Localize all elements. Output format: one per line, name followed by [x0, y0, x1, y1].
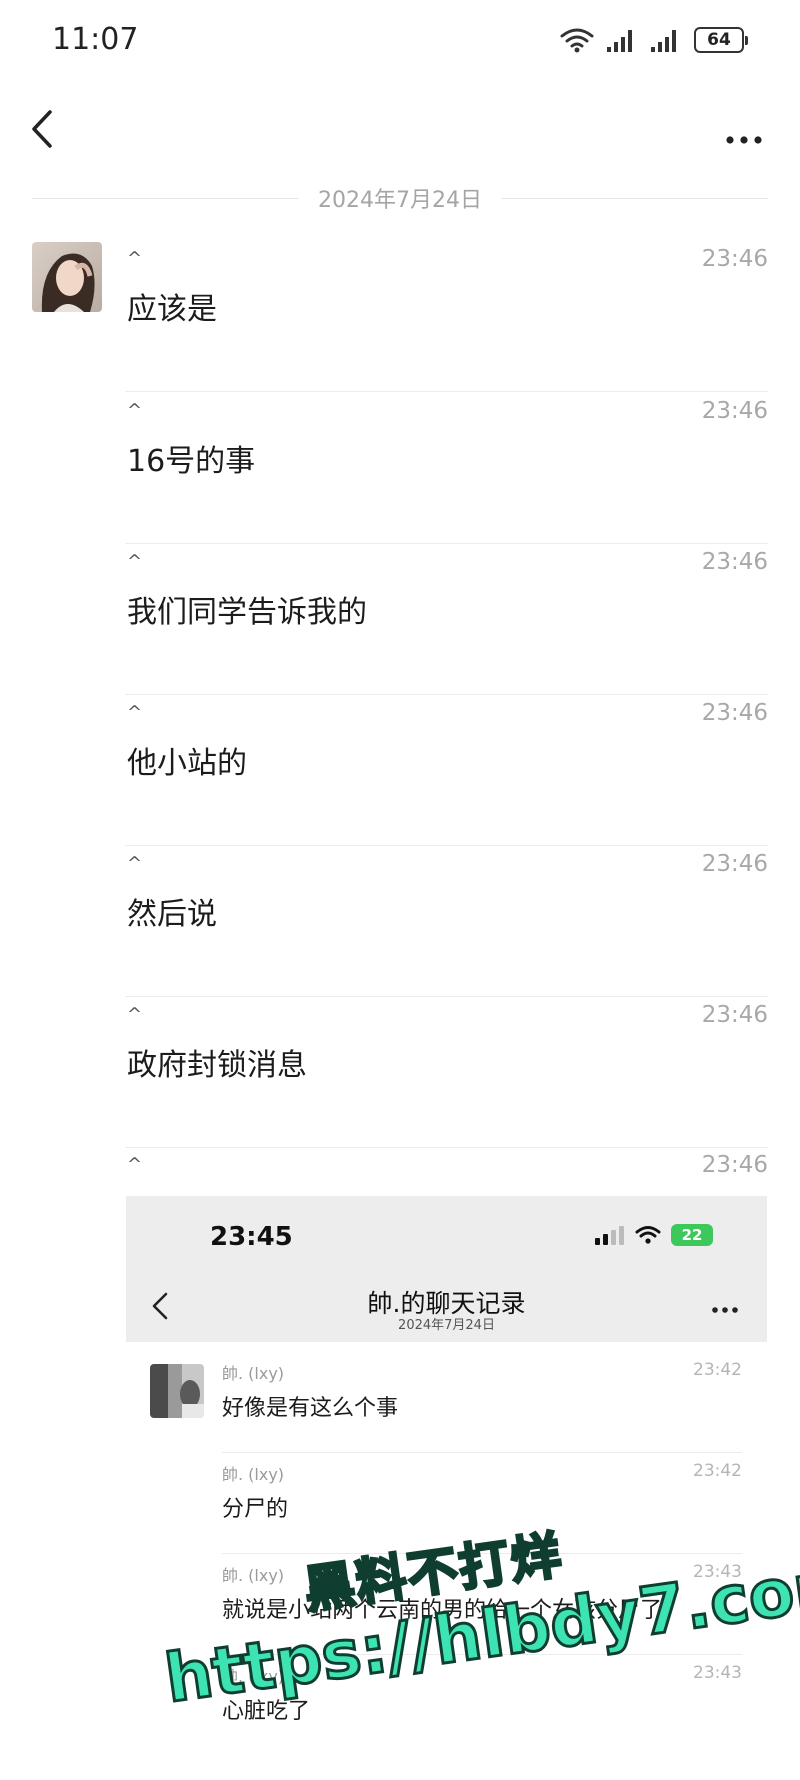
message-item[interactable]: ^ 23:46 他小站的 — [125, 694, 768, 846]
date-divider: 2024年7月24日 — [32, 180, 769, 216]
status-bar: 11:07 64 — [0, 0, 800, 84]
status-icons: 64 — [560, 24, 748, 56]
embedded-header: 23:45 22 帥.的聊天记录 2024年7月24日 — [126, 1196, 767, 1342]
embedded-sender: 帥. (lxy) — [222, 1667, 285, 1686]
message-time: 23:46 — [701, 549, 768, 575]
message-item[interactable]: ^ 23:46 我们同学告诉我的 — [125, 543, 768, 695]
more-dots-icon — [726, 136, 762, 144]
embedded-time: 23:42 — [693, 1360, 742, 1380]
signal-icon — [595, 1226, 624, 1245]
message-item[interactable]: ^ 23:46 16号的事 — [125, 392, 768, 544]
message-caret: ^ — [127, 702, 143, 723]
more-button[interactable] — [716, 104, 772, 154]
embedded-avatar — [150, 1364, 204, 1418]
embedded-sender: 帥. (lxy) — [222, 1364, 285, 1383]
message-time: 23:46 — [701, 398, 768, 424]
message-time: 23:46 — [701, 851, 768, 877]
date-text: 2024年7月24日 — [318, 188, 482, 213]
avatar[interactable] — [32, 242, 102, 312]
embedded-text: 分尸的 — [222, 1497, 289, 1522]
embedded-message: 帥. (lxy) 23:43 心脏吃了 — [222, 1655, 742, 1756]
divider-line — [32, 197, 299, 199]
message-text: 我们同学告诉我的 — [127, 595, 367, 630]
battery-icon: 22 — [671, 1224, 713, 1246]
more-dots-icon — [712, 1307, 738, 1313]
message-time: 23:46 — [701, 700, 768, 726]
chevron-left-icon — [32, 110, 52, 148]
message-item-image[interactable]: ^ 23:46 — [125, 1146, 768, 1196]
message-caret: ^ — [127, 853, 143, 874]
avatar-image — [150, 1364, 204, 1418]
wifi-icon — [560, 28, 594, 53]
divider-line — [502, 197, 769, 199]
nav-bar — [0, 90, 800, 170]
embedded-sender: 帥. (lxy) — [222, 1566, 285, 1585]
message-text: 应该是 — [127, 292, 217, 327]
back-button[interactable] — [22, 104, 68, 154]
embedded-text: 好像是有这么个事 — [222, 1396, 399, 1421]
embedded-status-icons: 22 — [595, 1224, 713, 1246]
message-caret: ^ — [127, 1004, 143, 1025]
message-caret: ^ — [127, 248, 143, 269]
embedded-text: 心脏吃了 — [222, 1699, 311, 1724]
message-item[interactable]: ^ 23:46 应该是 — [125, 240, 768, 392]
embedded-status-time: 23:45 — [210, 1222, 293, 1252]
embedded-time: 23:43 — [693, 1663, 742, 1683]
message-time: 23:46 — [701, 1002, 768, 1028]
message-caret: ^ — [127, 551, 143, 572]
message-item[interactable]: ^ 23:46 然后说 — [125, 845, 768, 997]
message-text: 然后说 — [127, 897, 217, 932]
message-text: 他小站的 — [127, 746, 247, 781]
status-time: 11:07 — [52, 22, 139, 57]
message-caret: ^ — [127, 400, 143, 421]
message-text: 政府封锁消息 — [127, 1048, 307, 1083]
embedded-time: 23:43 — [693, 1562, 742, 1582]
message-image[interactable]: 23:45 22 帥.的聊天记录 2024年7月24日 帥. (lxy) 23:… — [126, 1196, 767, 1780]
battery-icon: 64 — [694, 27, 748, 53]
embedded-message: 帥. (lxy) 23:43 就说是小站两个云南的男的给一个女孩分尸了 — [222, 1554, 742, 1655]
embedded-time: 23:42 — [693, 1461, 742, 1481]
embedded-text: 就说是小站两个云南的男的给一个女孩分尸了 — [222, 1598, 663, 1623]
avatar-image — [32, 242, 102, 312]
message-time: 23:46 — [701, 1152, 768, 1178]
wifi-icon — [635, 1226, 661, 1244]
embedded-sender: 帥. (lxy) — [222, 1465, 285, 1484]
embedded-message: 帥. (lxy) 23:42 分尸的 — [222, 1453, 742, 1554]
embedded-subtitle: 2024年7月24日 — [398, 1318, 495, 1333]
embedded-message: 帥. (lxy) 23:42 好像是有这么个事 — [222, 1352, 742, 1453]
embedded-more-icon — [703, 1290, 747, 1326]
message-time: 23:46 — [701, 246, 768, 272]
battery-level: 64 — [694, 27, 744, 53]
signal-icon-sim2 — [651, 30, 676, 52]
message-item[interactable]: ^ 23:46 政府封锁消息 — [125, 996, 768, 1148]
signal-icon-sim1 — [607, 30, 632, 52]
message-caret: ^ — [127, 1154, 143, 1175]
message-text: 16号的事 — [127, 444, 256, 479]
